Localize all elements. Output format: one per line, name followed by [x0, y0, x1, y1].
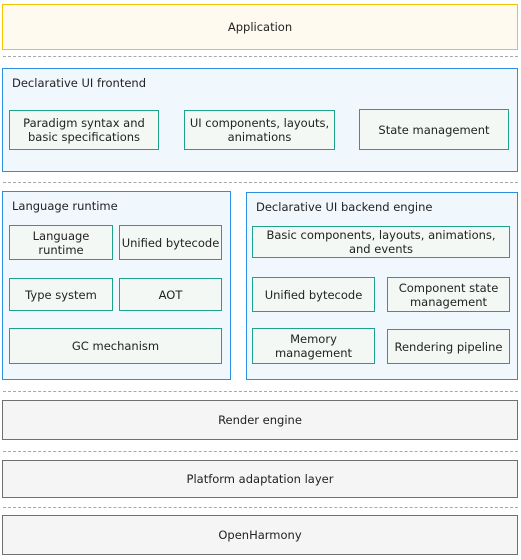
runtime-module: Unified bytecode: [119, 225, 222, 260]
frontend-module: UI components, layouts, animations: [184, 110, 335, 150]
backend-module: Basic components, layouts, animations, a…: [252, 226, 510, 258]
divider: [3, 56, 518, 57]
render-engine-layer: Render engine: [2, 400, 518, 440]
runtime-module: GC mechanism: [9, 328, 222, 364]
divider: [3, 182, 518, 183]
platform-layer: Platform adaptation layer: [2, 460, 518, 498]
divider: [3, 391, 518, 392]
divider: [3, 507, 518, 508]
os-layer: OpenHarmony: [2, 515, 518, 555]
frontend-module: Paradigm syntax and basic specifications: [9, 110, 159, 150]
backend-module: Unified bytecode: [252, 277, 375, 312]
frontend-module: State management: [359, 109, 509, 150]
backend-module: Component state management: [387, 277, 510, 312]
backend-module: Rendering pipeline: [387, 329, 510, 364]
runtime-module: Language runtime: [9, 225, 113, 260]
frontend-title: Declarative UI frontend: [12, 76, 146, 90]
divider: [3, 451, 518, 452]
backend-title: Declarative UI backend engine: [256, 200, 433, 214]
runtime-title: Language runtime: [12, 199, 118, 213]
application-layer: Application: [2, 4, 518, 50]
runtime-module: AOT: [119, 278, 222, 311]
runtime-module: Type system: [9, 278, 113, 311]
backend-module: Memory management: [252, 328, 375, 364]
